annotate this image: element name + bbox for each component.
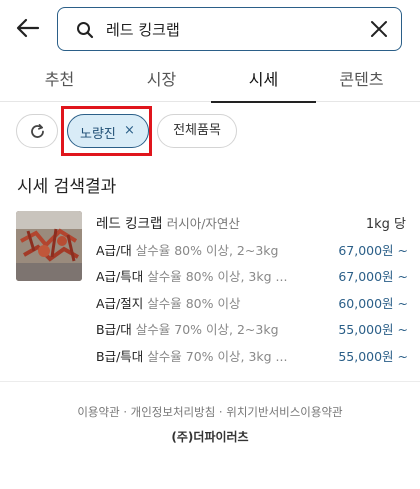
price-unit: 1kg 당 <box>365 217 406 232</box>
price-row: A급/대 살수율 80% 이상, 2~3kg 67,000원 ~ <box>96 238 408 260</box>
price-row: A급/특대 살수율 80% 이상, 3kg ... 67,000원 ~ <box>96 264 408 286</box>
product-origin: 러시아/자연산 <box>166 216 240 231</box>
tab-contents[interactable]: 콘텐츠 <box>309 60 414 102</box>
grade-desc: 살수율 70% 이상, 3kg ... <box>147 349 288 364</box>
grade-label: B급/대 <box>96 322 132 337</box>
footer-divider <box>0 381 420 382</box>
product-name: 레드 킹크랩 <box>96 216 163 232</box>
terms-link[interactable]: 이용약관 <box>77 405 119 419</box>
tab-bar: 추천 시장 시세 콘텐츠 <box>0 60 420 103</box>
price-row: A급/절지 살수율 80% 이상 60,000원 ~ <box>96 291 408 313</box>
grade-label: A급/대 <box>96 243 132 258</box>
top-bar: 레드 킹크랩 <box>0 0 420 60</box>
grade-desc: 살수율 80% 이상, 2~3kg <box>135 243 279 258</box>
grade-label: A급/특대 <box>96 269 144 284</box>
product-name-line: 레드 킹크랩 러시아/자연산 <box>96 212 240 232</box>
company-name: (주)더파이러츠 <box>171 430 249 444</box>
arrow-left-icon <box>16 18 40 38</box>
tab-market[interactable]: 시장 <box>109 60 214 102</box>
footer-links: 이용약관 · 개인정보처리방침 · 위치기반서비스이용약관 <box>0 404 420 420</box>
tab-recommend[interactable]: 추천 <box>7 60 112 102</box>
filter-bar: 노량진 × 전체품목 <box>0 102 420 160</box>
search-box[interactable]: 레드 킹크랩 <box>57 7 402 51</box>
grade-desc: 살수율 80% 이상 <box>147 296 241 311</box>
region-chip-label: 노량진 <box>80 127 116 142</box>
close-icon[interactable] <box>369 19 389 39</box>
grade-desc: 살수율 80% 이상, 3kg ... <box>147 269 288 284</box>
separator: · <box>215 405 227 419</box>
price-row: B급/대 살수율 70% 이상, 2~3kg 55,000원 ~ <box>96 317 408 339</box>
separator: · <box>119 405 131 419</box>
region-chip[interactable]: 노량진 × <box>67 114 149 148</box>
all-items-chip[interactable]: 전체품목 <box>157 114 237 148</box>
grade-label: B급/특대 <box>96 349 144 364</box>
location-terms-link[interactable]: 위치기반서비스이용약관 <box>226 405 342 419</box>
price-value: 67,000원 ~ <box>338 269 408 284</box>
product-image <box>16 211 82 281</box>
grade-label: A급/절지 <box>96 296 144 311</box>
price-value: 67,000원 ~ <box>338 243 408 258</box>
tab-price[interactable]: 시세 <box>211 60 316 103</box>
back-button[interactable] <box>14 14 42 42</box>
close-icon[interactable]: × <box>124 123 135 138</box>
section-title: 시세 검색결과 <box>17 177 117 197</box>
search-icon <box>77 22 94 39</box>
price-row: B급/특대 살수율 70% 이상, 3kg ... 55,000원 ~ <box>96 344 408 366</box>
privacy-link[interactable]: 개인정보처리방침 <box>131 405 216 419</box>
price-value: 55,000원 ~ <box>338 349 408 364</box>
refresh-button[interactable] <box>16 114 58 148</box>
price-value: 60,000원 ~ <box>338 296 408 311</box>
refresh-icon <box>31 124 44 138</box>
price-value: 55,000원 ~ <box>338 322 408 337</box>
search-input[interactable]: 레드 킹크랩 <box>106 19 180 40</box>
grade-desc: 살수율 70% 이상, 2~3kg <box>135 322 279 337</box>
result-card[interactable]: 레드 킹크랩 러시아/자연산 1kg 당 A급/대 살수율 80% 이상, 2~… <box>0 206 420 376</box>
